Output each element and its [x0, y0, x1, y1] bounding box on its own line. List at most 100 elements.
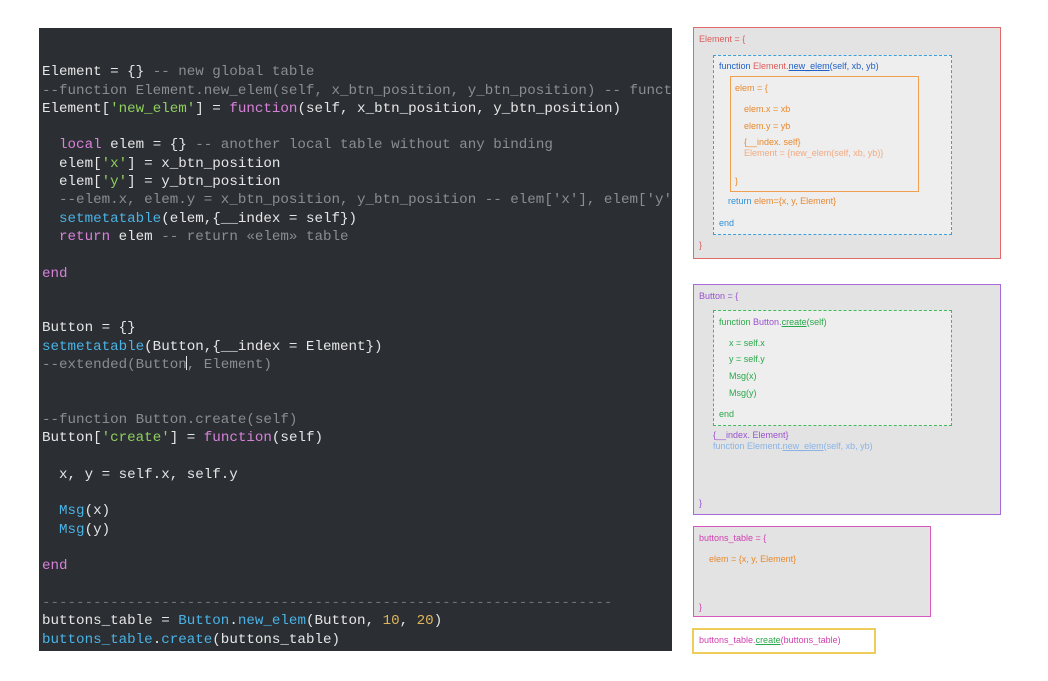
code-line[interactable]: local elem = {} -- another local table w… — [42, 136, 672, 154]
code-line[interactable] — [42, 374, 672, 392]
return-keyword: return — [728, 196, 755, 206]
code-token: . — [229, 613, 238, 630]
create-msg-y: Msg(y) — [729, 388, 757, 398]
code-token: Button = {} — [42, 320, 136, 337]
elem-index-line: {__index. self} — [744, 137, 801, 147]
code-line[interactable]: elem['y'] = y_btn_position — [42, 173, 672, 191]
code-token: elem — [110, 228, 162, 245]
code-token: ) — [433, 613, 443, 630]
code-token: (Button, — [305, 613, 383, 630]
code-token: ] = — [195, 100, 230, 117]
code-line[interactable] — [42, 393, 672, 411]
code-token: buttons_table = — [42, 613, 179, 630]
code-line[interactable] — [42, 118, 672, 136]
code-line[interactable] — [42, 301, 672, 319]
code-token: x, y = self.x, self.y — [42, 466, 238, 483]
new-elem-args: (self, xb, yb) — [829, 61, 879, 71]
code-token: 'create' — [101, 430, 170, 447]
code-token: Element[ — [42, 100, 111, 117]
new-elem-method: new_elem — [788, 61, 830, 71]
inherited-new-elem: function Element.new_elem(self, xb, yb) — [713, 441, 873, 452]
code-token: --function Button.create(self) — [42, 411, 298, 428]
element-name: Element — [753, 61, 787, 71]
buttons-table-close-brace: } — [699, 602, 703, 612]
code-token: new_elem — [237, 613, 306, 630]
code-line[interactable] — [42, 484, 672, 502]
code-line[interactable]: --function Element.new_elem(self, x_btn_… — [42, 82, 672, 100]
code-line[interactable]: end — [42, 557, 672, 575]
create-method: create — [781, 317, 807, 327]
create-call-statement: buttons_table.create(buttons_table) — [699, 635, 841, 646]
element-name: Element — [747, 441, 781, 451]
code-line[interactable]: setmetatable(Button,{__index = Element}) — [42, 338, 672, 356]
code-line[interactable]: Button['create'] = function(self) — [42, 429, 672, 447]
code-token: elem[ — [42, 174, 102, 191]
buttons-table-elem-line: elem = {x, y, Element} — [709, 554, 797, 564]
create-call-args: (buttons_table) — [780, 635, 841, 645]
code-token: Button — [178, 613, 230, 630]
code-token: end — [42, 558, 68, 575]
code-line[interactable]: --function Button.create(self) — [42, 411, 672, 429]
code-token: ----------------------------------------… — [42, 594, 613, 611]
code-listing[interactable]: Element = {} -- new global table --functi… — [42, 45, 672, 649]
code-token: ] = x_btn_position — [127, 155, 281, 172]
code-token: 'x' — [101, 155, 128, 172]
code-editor[interactable]: Element = {} -- new global table --functi… — [39, 28, 672, 651]
code-line[interactable]: setmetatable(elem,{__index = self}) — [42, 210, 672, 228]
code-token: , — [399, 613, 417, 630]
code-token: ] = y_btn_position — [127, 174, 281, 191]
code-token: (buttons_table) — [212, 631, 341, 648]
elem-y-line: elem.y = yb — [744, 121, 791, 131]
code-token: Button[ — [42, 430, 102, 447]
code-line[interactable]: Element['new_elem'] = function(self, x_b… — [42, 100, 672, 118]
code-line[interactable]: ----------------------------------------… — [42, 594, 672, 612]
code-line[interactable] — [42, 576, 672, 594]
code-token: -- another local table without any bindi… — [195, 137, 553, 154]
code-line[interactable] — [42, 246, 672, 264]
function-keyword: function — [719, 61, 754, 71]
code-line[interactable]: Button = {} — [42, 319, 672, 337]
function-keyword: function — [719, 317, 754, 327]
create-args: (self) — [806, 317, 827, 327]
code-line[interactable] — [42, 448, 672, 466]
code-line[interactable] — [42, 539, 672, 557]
create-function-box: function Button.create(self) x = self.x … — [713, 310, 952, 426]
new-elem-method: new_elem — [782, 441, 824, 451]
code-token: , Element) — [186, 357, 272, 374]
create-call-box: buttons_table.create(buttons_table) — [692, 628, 876, 654]
code-line[interactable]: elem['x'] = x_btn_position — [42, 155, 672, 173]
code-line[interactable]: Msg(y) — [42, 521, 672, 539]
code-line[interactable]: x, y = self.x, self.y — [42, 466, 672, 484]
element-open-label: Element = { — [699, 34, 746, 44]
code-token: return — [59, 228, 111, 245]
code-line[interactable]: --extended(Button, Element) — [42, 356, 672, 374]
code-token: (y) — [84, 521, 111, 538]
code-line[interactable]: return elem -- return «elem» table — [42, 228, 672, 246]
code-line[interactable]: --elem.x, elem.y = x_btn_position, y_btn… — [42, 191, 672, 209]
button-name: Button — [753, 317, 780, 327]
elem-table-box: elem = { elem.x = xb elem.y = yb {__inde… — [730, 76, 919, 192]
code-line[interactable]: Element = {} -- new global table — [42, 63, 672, 81]
code-token: Msg — [59, 503, 85, 520]
return-statement: return elem={x, y, Element} — [728, 196, 836, 207]
code-line[interactable] — [42, 283, 672, 301]
code-line[interactable]: end — [42, 265, 672, 283]
code-token: (x) — [84, 503, 111, 520]
code-token: create — [161, 631, 213, 648]
buttons-table-box: buttons_table = { elem = {x, y, Element}… — [693, 526, 931, 617]
create-method: create — [755, 635, 781, 645]
code-line[interactable] — [42, 45, 672, 63]
create-x-line: x = self.x — [729, 338, 765, 348]
create-msg-x: Msg(x) — [729, 371, 757, 381]
code-line[interactable]: buttons_table = Button.new_elem(Button, … — [42, 612, 672, 630]
code-token: local — [59, 137, 102, 154]
code-line[interactable]: Msg(x) — [42, 502, 672, 520]
code-line[interactable]: buttons_table.create(buttons_table) — [42, 631, 672, 649]
code-token: function — [203, 430, 272, 447]
code-token: setmetatable — [59, 210, 162, 227]
code-token: setmetatable — [42, 338, 145, 355]
element-close-brace: } — [699, 240, 703, 250]
